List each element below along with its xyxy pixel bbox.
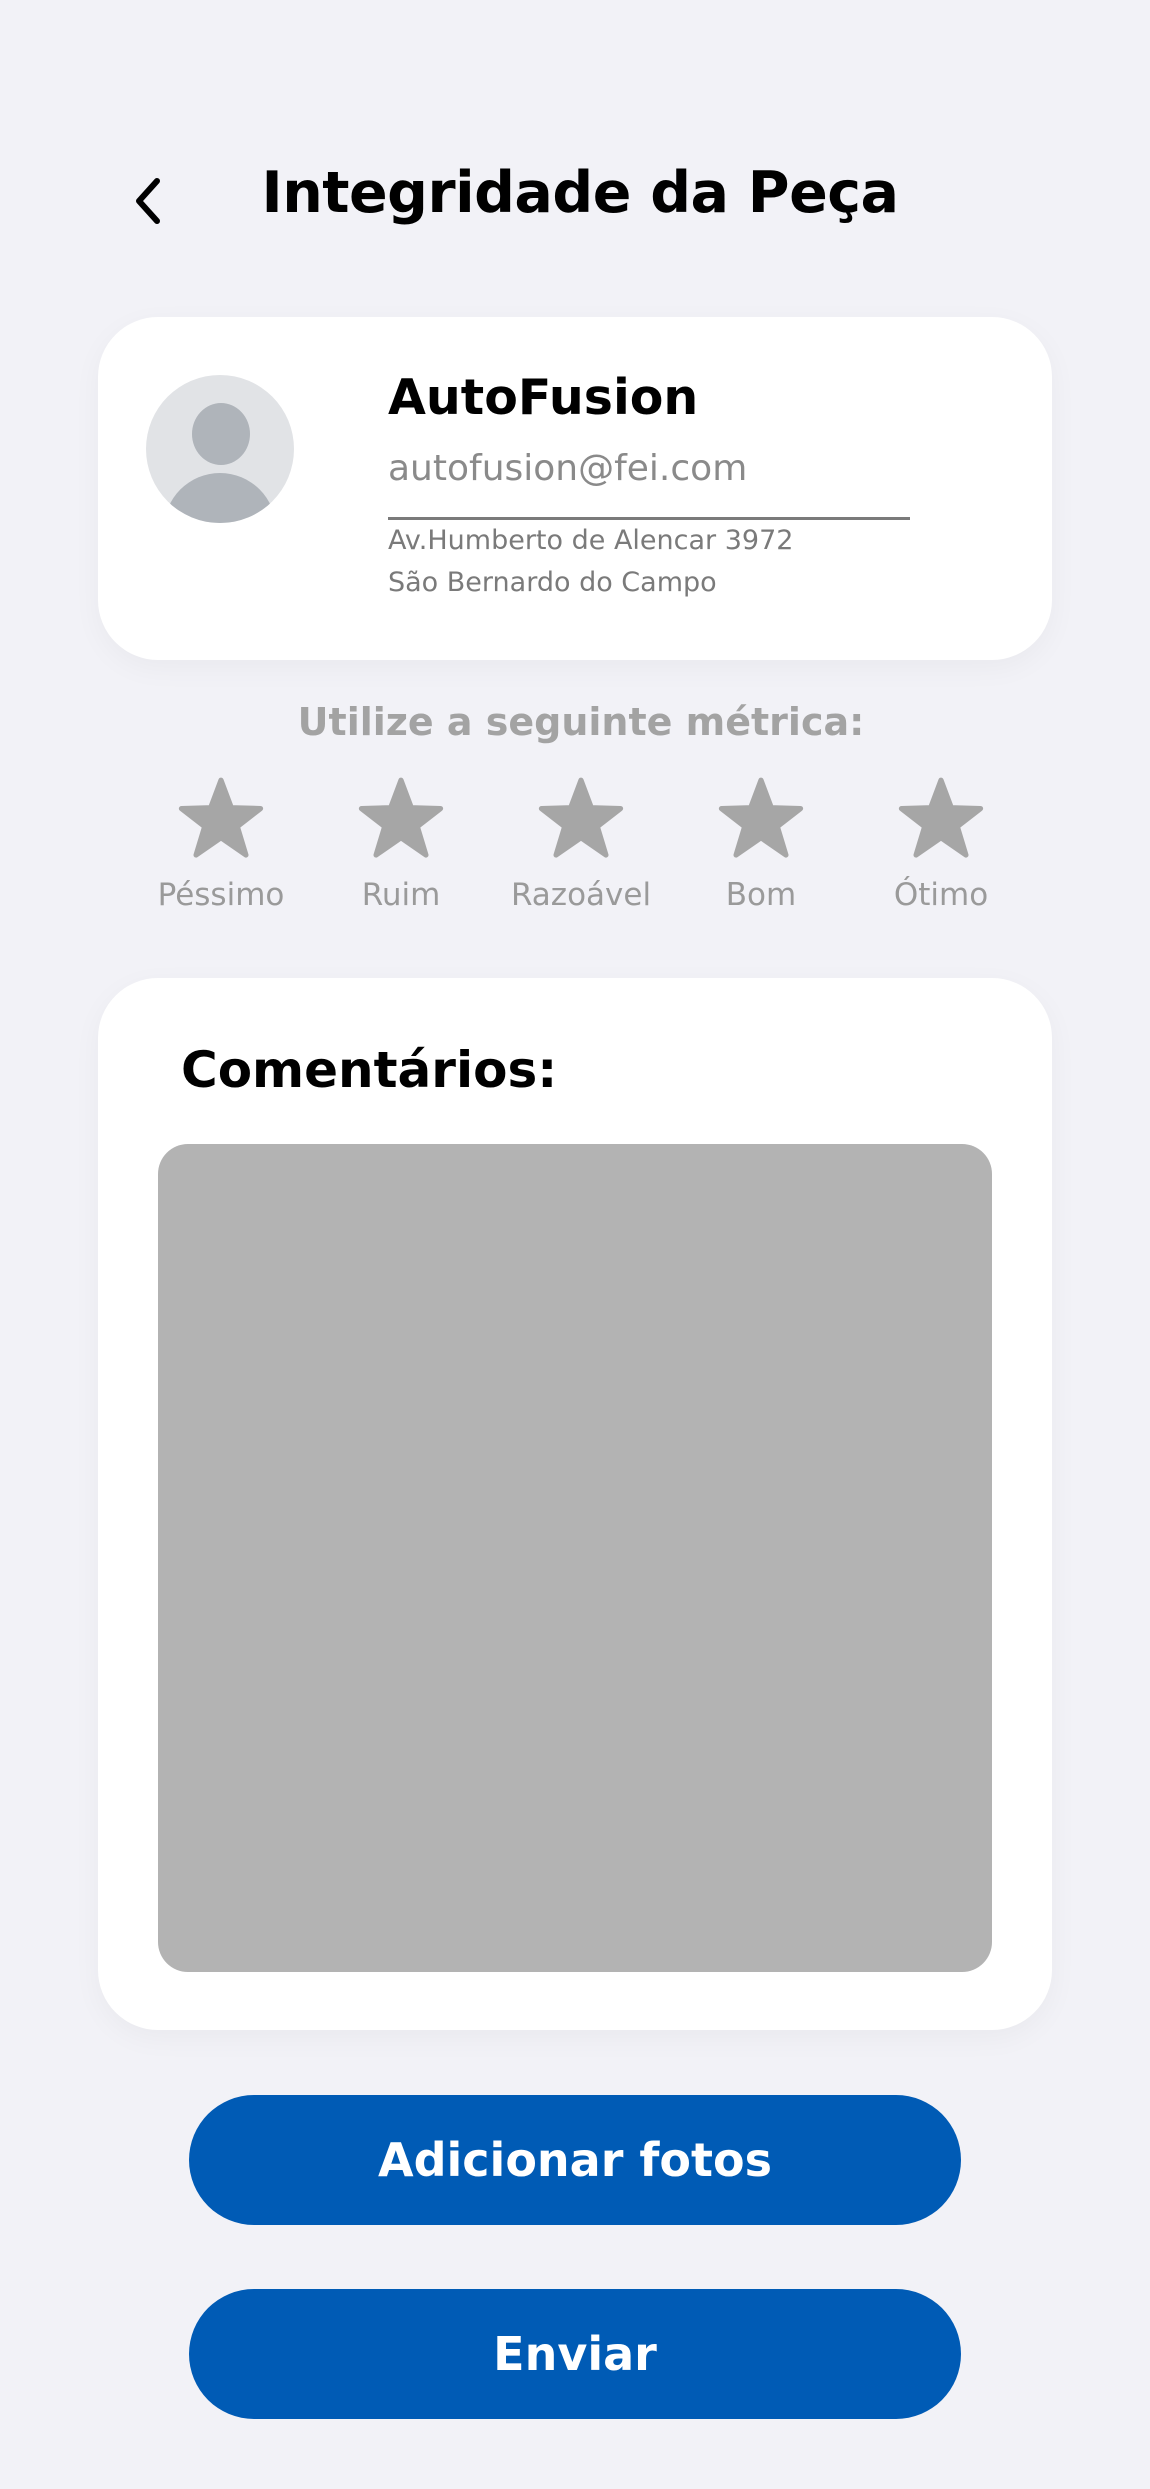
star-icon	[538, 777, 624, 858]
comments-title: Comentários:	[181, 1041, 558, 1099]
rating-label: Razoável	[510, 877, 652, 913]
company-email: autofusion@fei.com	[388, 448, 748, 489]
rating-label: Péssimo	[157, 877, 285, 913]
rating-scale: Péssimo Ruim Razoável Bom Ótimo	[131, 775, 1031, 913]
avatar-body	[164, 473, 276, 523]
company-city: São Bernardo do Campo	[388, 567, 717, 598]
rating-option-pessimo[interactable]: Péssimo	[131, 775, 311, 913]
company-name: AutoFusion	[388, 369, 699, 426]
star-icon	[898, 777, 984, 858]
rating-option-bom[interactable]: Bom	[671, 775, 851, 913]
profile-card: AutoFusion autofusion@fei.com Av.Humbert…	[98, 317, 1052, 660]
email-divider	[388, 517, 910, 520]
rating-option-ruim[interactable]: Ruim	[311, 775, 491, 913]
rating-label: Ótimo	[893, 877, 989, 913]
star-icon	[358, 777, 444, 858]
avatar-head	[192, 403, 250, 465]
user-placeholder-icon	[146, 375, 294, 523]
rating-option-otimo[interactable]: Ótimo	[851, 775, 1031, 913]
send-button[interactable]: Enviar	[189, 2289, 961, 2419]
rating-label: Bom	[725, 877, 797, 913]
company-address: Av.Humberto de Alencar 3972	[388, 525, 794, 556]
add-photos-button[interactable]: Adicionar fotos	[189, 2095, 961, 2225]
star-icon	[178, 777, 264, 858]
star-icon	[718, 777, 804, 858]
comments-card: Comentários:	[98, 978, 1052, 2030]
rating-label: Ruim	[361, 877, 441, 913]
page: Integridade da Peça AutoFusion autofusio…	[0, 0, 1150, 2489]
rating-option-razoavel[interactable]: Razoável	[491, 775, 671, 913]
rating-prompt: Utilize a seguinte métrica:	[297, 700, 865, 744]
comments-input[interactable]	[158, 1144, 992, 1972]
page-title: Integridade da Peça	[261, 160, 899, 226]
